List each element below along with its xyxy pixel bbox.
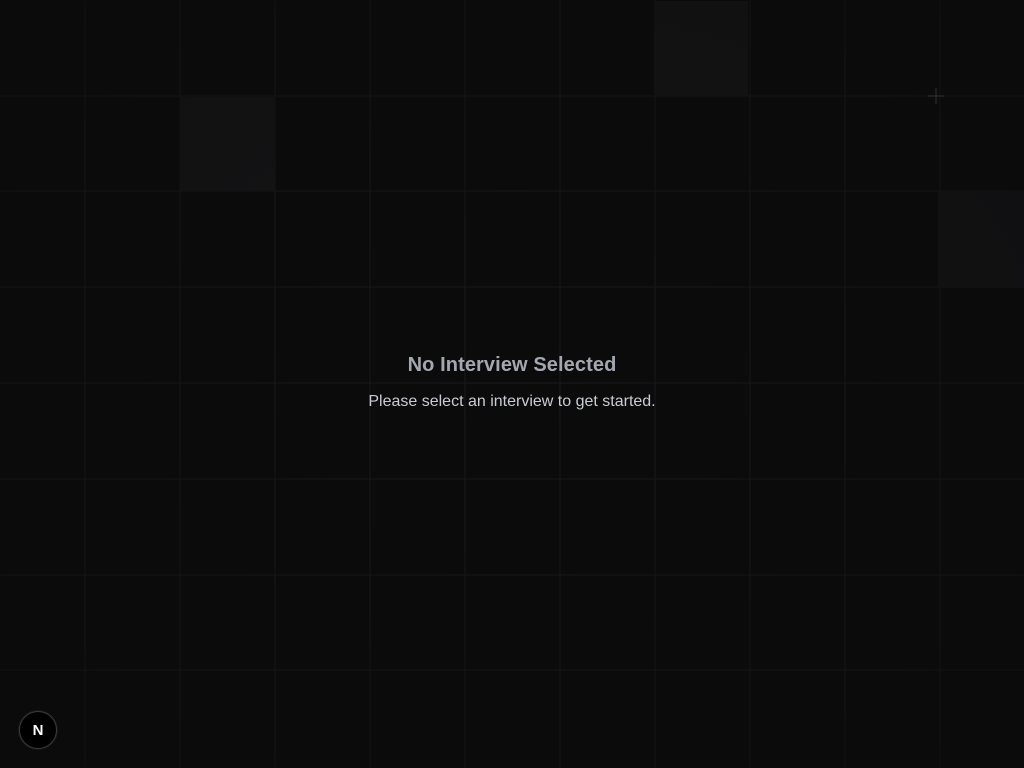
nextjs-dev-indicator-button[interactable]: N [19,711,57,749]
nextjs-logo-icon: N [32,721,44,739]
empty-state-title: No Interview Selected [407,354,617,376]
empty-state-subtitle: Please select an interview to get starte… [368,393,656,410]
empty-state: No Interview Selected Please select an i… [0,350,1024,412]
app-root: No Interview Selected Please select an i… [0,0,1024,768]
